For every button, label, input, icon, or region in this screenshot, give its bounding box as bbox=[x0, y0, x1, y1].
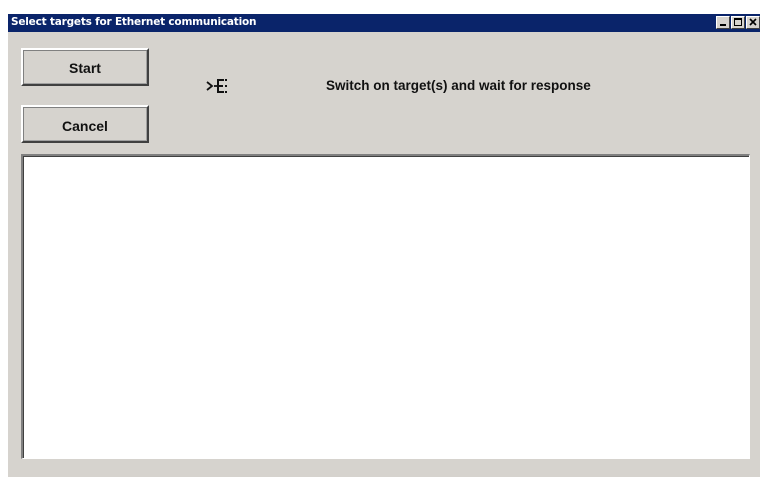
title-bar[interactable]: Select targets for Ethernet communicatio… bbox=[8, 14, 760, 32]
window-controls bbox=[715, 16, 760, 30]
window-title: Select targets for Ethernet communicatio… bbox=[11, 16, 257, 28]
minimize-button[interactable] bbox=[716, 16, 730, 29]
targets-list[interactable] bbox=[21, 154, 750, 459]
close-button[interactable] bbox=[746, 16, 760, 29]
minimize-icon bbox=[720, 24, 726, 26]
cancel-button-label: Cancel bbox=[62, 118, 108, 134]
maximize-button[interactable] bbox=[731, 16, 745, 29]
close-icon bbox=[749, 18, 757, 26]
cancel-button[interactable]: Cancel bbox=[21, 105, 149, 143]
maximize-icon bbox=[734, 18, 742, 26]
start-button-label: Start bbox=[69, 60, 101, 76]
dialog-window: Select targets for Ethernet communicatio… bbox=[8, 14, 760, 477]
ethernet-target-icon bbox=[206, 79, 227, 93]
start-button[interactable]: Start bbox=[21, 48, 149, 86]
status-message: Switch on target(s) and wait for respons… bbox=[326, 78, 591, 93]
